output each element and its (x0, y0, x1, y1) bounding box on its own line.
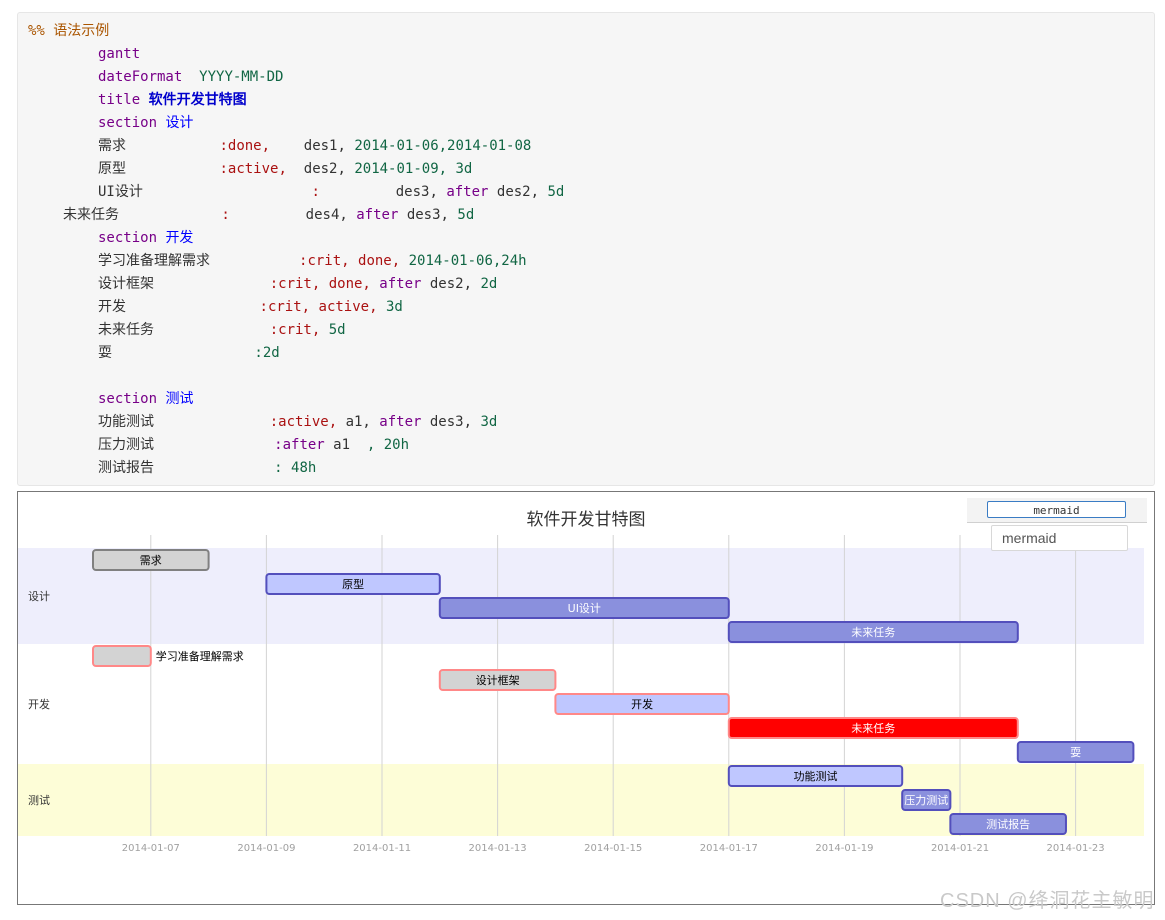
axis-tick-label: 2014-01-21 (931, 843, 989, 854)
task-label: 压力测试 (904, 794, 948, 807)
section-label: 开发 (28, 697, 50, 711)
axis-tick-label: 2014-01-17 (700, 843, 758, 854)
task-bar (92, 645, 152, 667)
axis-tick-label: 2014-01-11 (353, 843, 411, 854)
task-label: 开发 (631, 697, 653, 711)
task-label: 未来任务 (851, 626, 895, 639)
axis-tick-label: 2014-01-07 (122, 843, 180, 854)
task-label: 学习准备理解需求 (156, 649, 244, 663)
task-label: UI设计 (568, 602, 601, 615)
chart-title: 软件开发甘特图 (527, 510, 646, 530)
language-select[interactable]: mermaid (987, 501, 1126, 518)
axis-tick-label: 2014-01-19 (815, 843, 873, 854)
axis-tick-label: 2014-01-23 (1047, 843, 1105, 854)
watermark: CSDN @绛洞花主敏明 (940, 890, 1155, 912)
task-label: 需求 (140, 554, 162, 567)
language-input[interactable]: mermaid (991, 525, 1128, 551)
task-label: 未来任务 (851, 722, 895, 735)
task-label: 测试报告 (986, 817, 1030, 831)
section-label: 测试 (28, 794, 50, 807)
task-label: 设计框架 (476, 674, 520, 687)
section-label: 设计 (28, 590, 50, 603)
task-label: 耍 (1070, 746, 1081, 759)
axis-tick-label: 2014-01-15 (584, 843, 642, 854)
gantt-chart: 2014-01-07 2014-01-09 2014-01-11 2014-01-13… (18, 510, 1144, 854)
axis-tick-label: 2014-01-09 (237, 843, 295, 854)
axis-tick-label: 2014-01-13 (469, 843, 527, 854)
task-label: 原型 (342, 577, 364, 591)
task-label: 功能测试 (794, 769, 838, 783)
